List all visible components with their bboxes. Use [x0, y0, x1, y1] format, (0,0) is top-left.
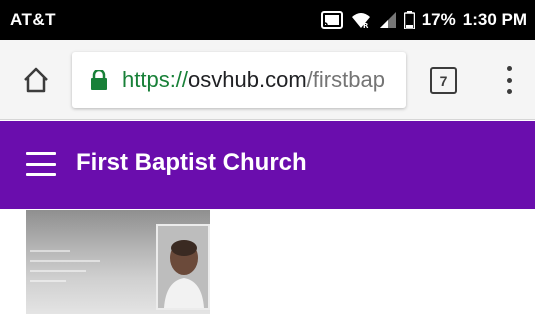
card-faint-line: [30, 260, 100, 262]
cast-icon: [320, 11, 343, 29]
url-text: https://osvhub.com/firstbap: [122, 67, 385, 93]
app-title: First Baptist Church: [76, 149, 307, 176]
app-bar: First Baptist Church: [0, 121, 535, 209]
hamburger-line: [26, 162, 56, 166]
more-options-icon: [506, 66, 512, 71]
url-path: /firstbap: [306, 67, 385, 92]
battery-icon: [403, 11, 415, 29]
browser-toolbar: https://osvhub.com/firstbap 7: [0, 40, 535, 120]
status-icons: R 17% 1:30 PM: [320, 9, 527, 31]
home-icon: [24, 67, 48, 93]
svg-text:R: R: [363, 22, 369, 29]
home-button[interactable]: [19, 63, 53, 97]
card-faint-line: [30, 280, 66, 282]
tab-count: 7: [439, 72, 448, 89]
url-scheme: https://: [122, 67, 189, 92]
card-faint-line: [30, 270, 86, 272]
more-options-button[interactable]: [497, 64, 521, 96]
tab-switcher-button[interactable]: 7: [430, 67, 457, 94]
hamburger-line: [26, 173, 56, 176]
profile-card-image[interactable]: [26, 210, 210, 314]
person-photo-icon: [158, 226, 208, 308]
url-domain: osvhub.com: [188, 67, 307, 92]
more-options-icon-dot: [506, 89, 512, 94]
clock: 1:30 PM: [462, 10, 527, 29]
battery-percent: 17%: [421, 10, 456, 29]
card-faint-line: [30, 250, 70, 252]
hamburger-menu-icon[interactable]: [26, 152, 56, 176]
status-bar: AT&T R 17% 1:30 PM: [0, 0, 535, 40]
url-bar[interactable]: https://osvhub.com/firstbap: [72, 52, 406, 108]
carrier-label: AT&T: [10, 10, 57, 29]
profile-photo: [156, 224, 210, 310]
wifi-calling-icon: R: [350, 11, 372, 29]
more-options-icon-dot: [506, 77, 512, 83]
signal-icon: [379, 11, 397, 29]
lock-icon: [91, 70, 107, 90]
hamburger-line: [26, 152, 56, 155]
card-faint-text: [154, 212, 210, 221]
